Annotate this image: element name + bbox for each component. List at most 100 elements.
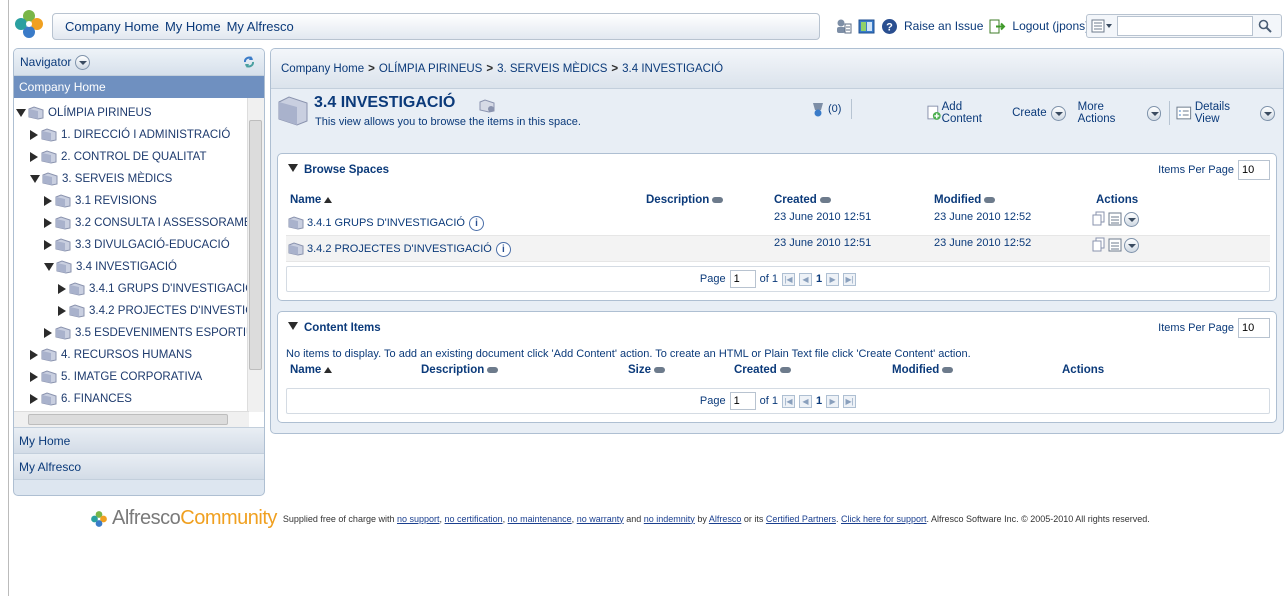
- footer-link[interactable]: Certified Partners: [766, 514, 836, 524]
- column-header-modified[interactable]: Modified: [892, 364, 954, 376]
- tree-node[interactable]: 3.4.1 GRUPS D'INVESTIGACIÓ: [58, 278, 254, 300]
- column-header-name[interactable]: Name: [290, 364, 333, 376]
- sidebar-my-alfresco[interactable]: My Alfresco: [14, 454, 264, 480]
- tree-node[interactable]: 3.4 INVESTIGACIÓ: [44, 256, 177, 278]
- more-actions-button[interactable]: More Actions: [1078, 101, 1162, 125]
- previous-page-icon[interactable]: ◀: [798, 272, 812, 286]
- logout-icon[interactable]: [989, 18, 1006, 35]
- next-page-icon[interactable]: ▶: [826, 272, 840, 286]
- details-icon[interactable]: [1108, 211, 1122, 227]
- tree-node[interactable]: 4. RECURSOS HUMANS: [30, 344, 192, 366]
- collapse-arrow-icon[interactable]: [288, 322, 298, 330]
- footer-link[interactable]: Click here for support: [841, 514, 927, 524]
- search-input[interactable]: [1117, 16, 1253, 36]
- pager-current-page[interactable]: 1: [816, 273, 822, 285]
- column-header-size[interactable]: Size: [628, 364, 666, 376]
- user-profile-icon[interactable]: [835, 18, 852, 35]
- expand-arrow-icon[interactable]: [58, 306, 66, 316]
- tree-node[interactable]: 3.3 DIVULGACIÓ-EDUCACIÓ: [44, 234, 230, 256]
- previous-page-icon[interactable]: ◀: [798, 394, 812, 408]
- collapse-arrow-icon[interactable]: [30, 175, 40, 183]
- admin-console-icon[interactable]: [858, 18, 875, 35]
- expand-arrow-icon[interactable]: [30, 350, 38, 360]
- more-actions-chevron-icon[interactable]: [1124, 237, 1139, 253]
- tree-node[interactable]: 3.5 ESDEVENIMENTS ESPORTIUS: [44, 322, 262, 344]
- footer-link[interactable]: no warranty: [577, 514, 624, 524]
- info-icon[interactable]: i: [495, 241, 511, 257]
- column-header-created[interactable]: Created: [774, 194, 831, 206]
- space-name[interactable]: 3.4.2 PROJECTES D'INVESTIGACIÓ: [307, 243, 492, 255]
- topnav-my-alfresco[interactable]: My Alfresco: [227, 19, 294, 34]
- next-page-icon[interactable]: ▶: [826, 394, 840, 408]
- scrollbar-thumb[interactable]: [249, 120, 262, 370]
- last-page-icon[interactable]: ▶|: [843, 272, 857, 286]
- space-name-cell[interactable]: 3.4.1 GRUPS D'INVESTIGACIÓ i: [288, 212, 484, 234]
- column-header-created[interactable]: Created: [734, 364, 791, 376]
- search-options-button[interactable]: [1087, 15, 1117, 37]
- raise-issue-link[interactable]: Raise an Issue: [904, 19, 983, 33]
- tree-node[interactable]: 3.1 REVISIONS: [44, 190, 157, 212]
- pager-current-page[interactable]: 1: [816, 395, 822, 407]
- tree-node[interactable]: OLÍMPIA PIRINEUS: [16, 102, 152, 124]
- column-header-name[interactable]: Name: [290, 194, 333, 206]
- details-view-button[interactable]: Details View: [1169, 101, 1275, 125]
- tree-horizontal-scrollbar[interactable]: [14, 411, 249, 427]
- rules-count[interactable]: (0): [811, 101, 841, 117]
- footer-link[interactable]: no support: [397, 514, 440, 524]
- navigator-menu-button[interactable]: [75, 54, 91, 70]
- breadcrumb-item[interactable]: 3.4 INVESTIGACIÓ: [622, 63, 723, 75]
- more-actions-chevron-icon[interactable]: [1124, 211, 1139, 227]
- expand-arrow-icon[interactable]: [30, 372, 38, 382]
- search-go-button[interactable]: [1253, 15, 1277, 37]
- scrollbar-thumb[interactable]: [28, 414, 228, 425]
- space-details-icon[interactable]: [479, 99, 495, 113]
- topnav-my-home[interactable]: My Home: [165, 19, 221, 34]
- pager-page-input[interactable]: [729, 270, 756, 288]
- space-name[interactable]: 3.4.1 GRUPS D'INVESTIGACIÓ: [307, 217, 465, 229]
- expand-arrow-icon[interactable]: [30, 394, 38, 404]
- logout-link[interactable]: Logout (jpons): [1012, 19, 1089, 33]
- expand-arrow-icon[interactable]: [44, 328, 52, 338]
- expand-arrow-icon[interactable]: [44, 196, 52, 206]
- collapse-arrow-icon[interactable]: [16, 109, 26, 117]
- items-per-page-input[interactable]: [1238, 318, 1270, 338]
- expand-arrow-icon[interactable]: [44, 240, 52, 250]
- breadcrumb-item[interactable]: OLÍMPIA PIRINEUS: [379, 63, 483, 75]
- footer-link[interactable]: no maintenance: [508, 514, 572, 524]
- collapse-arrow-icon[interactable]: [44, 263, 54, 271]
- breadcrumb-item[interactable]: Company Home: [281, 63, 364, 75]
- navigator-company-home[interactable]: Company Home: [14, 76, 264, 98]
- refresh-icon[interactable]: [242, 55, 256, 69]
- topnav-company-home[interactable]: Company Home: [65, 19, 159, 34]
- last-page-icon[interactable]: ▶|: [843, 394, 857, 408]
- alfresco-logo-icon[interactable]: [13, 8, 45, 40]
- footer-link[interactable]: no certification: [445, 514, 503, 524]
- tree-vertical-scrollbar[interactable]: [247, 98, 264, 412]
- footer-link[interactable]: no indemnity: [644, 514, 695, 524]
- column-header-description[interactable]: Description: [421, 364, 499, 376]
- column-header-description[interactable]: Description: [646, 194, 724, 206]
- info-icon[interactable]: i: [468, 215, 484, 231]
- tree-node[interactable]: 3.2 CONSULTA I ASSESSORAMENT: [44, 212, 264, 234]
- copy-icon[interactable]: [1092, 237, 1106, 253]
- items-per-page-input[interactable]: [1238, 160, 1270, 180]
- details-icon[interactable]: [1108, 237, 1122, 253]
- collapse-arrow-icon[interactable]: [288, 164, 298, 172]
- tree-node[interactable]: 3.4.2 PROJECTES D'INVESTIGACIÓ: [58, 300, 264, 322]
- space-name-cell[interactable]: 3.4.2 PROJECTES D'INVESTIGACIÓ i: [288, 238, 511, 260]
- column-header-modified[interactable]: Modified: [934, 194, 996, 206]
- create-menu-button[interactable]: Create: [1012, 105, 1066, 121]
- pager-page-input[interactable]: [729, 392, 756, 410]
- tree-node[interactable]: 6. FINANCES: [30, 388, 132, 410]
- footer-link[interactable]: Alfresco: [709, 514, 742, 524]
- tree-node[interactable]: 3. SERVEIS MÈDICS: [30, 168, 172, 190]
- tree-node[interactable]: 1. DIRECCIÓ I ADMINISTRACIÓ: [30, 124, 230, 146]
- sidebar-my-home[interactable]: My Home: [14, 428, 264, 454]
- expand-arrow-icon[interactable]: [44, 218, 52, 228]
- expand-arrow-icon[interactable]: [30, 130, 38, 140]
- add-content-button[interactable]: Add Content: [926, 101, 1004, 125]
- breadcrumb-item[interactable]: 3. SERVEIS MÈDICS: [497, 63, 607, 75]
- expand-arrow-icon[interactable]: [30, 152, 38, 162]
- tree-node[interactable]: 5. IMATGE CORPORATIVA: [30, 366, 202, 388]
- tree-node[interactable]: 2. CONTROL DE QUALITAT: [30, 146, 206, 168]
